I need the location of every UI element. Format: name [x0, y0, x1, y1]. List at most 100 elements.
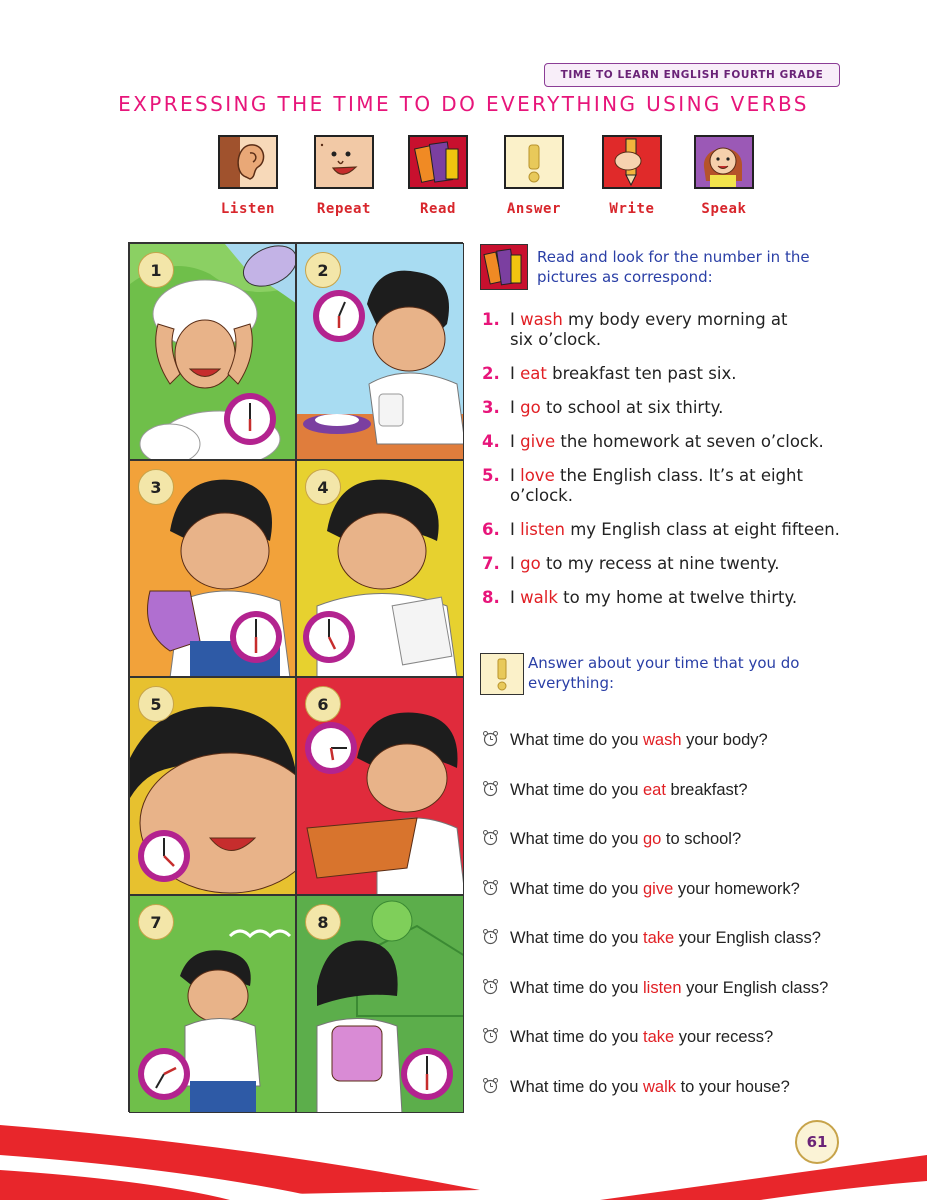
question-text: breakfast?: [665, 780, 748, 799]
answer-instruction-icon: [480, 653, 524, 695]
panel-number: 3: [138, 469, 174, 505]
panel-number: 2: [305, 252, 341, 288]
talking-face-icon: [314, 135, 374, 189]
question-text: your English class?: [681, 978, 829, 997]
sentence-text: I: [510, 364, 521, 383]
list-item: 2. I eat breakfast ten past six.: [482, 364, 922, 384]
activity-speak: Speak: [684, 135, 764, 217]
sentence-text: I: [510, 432, 521, 451]
verb-highlight: eat: [642, 780, 666, 799]
question-text: your recess?: [674, 1028, 774, 1046]
exclamation-icon: [504, 135, 564, 189]
panel-number: 1: [138, 252, 174, 288]
alarm-clock-icon: [483, 978, 498, 994]
verb-highlight: wash: [520, 310, 563, 329]
sentence-text: breakfast ten past six.: [546, 364, 737, 383]
sentence-text: the English class. It’s at eight o’clock…: [510, 466, 803, 505]
activity-repeat: Repeat: [304, 135, 384, 217]
activity-label-repeat: Repeat: [316, 201, 372, 217]
clock-icon: [305, 722, 357, 774]
verb-highlight: wash: [642, 731, 682, 749]
list-item: 1. I wash my body every morning at six o’…: [482, 310, 810, 350]
panel-number: 4: [305, 469, 341, 505]
clock-icon: [138, 1048, 190, 1100]
question-item: What time do you give your homework?: [480, 876, 910, 926]
sentence-text: the homework at seven o’clock.: [555, 432, 824, 451]
list-item: 4. I give the homework at seven o’clock.: [482, 432, 922, 452]
panel-4: 4: [296, 460, 464, 677]
sentence-text: I: [510, 466, 521, 485]
ear-icon: [218, 135, 278, 189]
verb-highlight: give: [520, 432, 556, 451]
question-text: What time do you: [510, 1077, 643, 1096]
activity-listen: Listen: [208, 135, 288, 217]
page-number: 61: [795, 1120, 839, 1164]
item-number: 2.: [482, 364, 500, 383]
alarm-clock-icon: [483, 731, 498, 747]
alarm-clock-icon: [483, 929, 498, 945]
question-text: your English class?: [674, 929, 821, 947]
question-item: What time do you go to school?: [480, 826, 910, 876]
item-number: 1.: [482, 310, 500, 329]
question-text: What time do you: [510, 879, 643, 898]
question-text: What time do you: [510, 929, 643, 947]
clock-icon: [303, 611, 355, 663]
clock-icon: [313, 290, 365, 342]
clock-icon: [230, 611, 282, 663]
list-item: 3. I go to school at six thirty.: [482, 398, 922, 418]
item-number: 4.: [482, 432, 500, 451]
pencil-hand-icon: [602, 135, 662, 189]
item-number: 6.: [482, 520, 500, 539]
verb-highlight: listen: [642, 978, 682, 997]
sentence-text: I: [510, 310, 521, 329]
books-icon: [408, 135, 468, 189]
verb-highlight: go: [520, 398, 541, 417]
verb-highlight: walk: [520, 588, 558, 607]
girl-speaking-icon: [694, 135, 754, 189]
question-text: What time do you: [510, 1028, 643, 1046]
question-item: What time do you listen your English cla…: [480, 975, 910, 1025]
sentence-text: I: [510, 520, 521, 539]
sentence-text: I: [510, 554, 521, 573]
verb-highlight: go: [642, 830, 662, 848]
panel-1: 1: [129, 243, 296, 460]
list-item: 5. I love the English class. It’s at eigh…: [482, 466, 830, 506]
activity-answer: Answer: [494, 135, 574, 217]
panel-number: 6: [305, 686, 341, 722]
verb-highlight: listen: [520, 520, 565, 539]
item-number: 7.: [482, 554, 500, 573]
item-number: 8.: [482, 588, 500, 607]
question-text: What time do you: [510, 830, 643, 848]
page-title: EXPRESSING THE TIME TO DO EVERYTHING USI…: [118, 92, 809, 116]
read-instruction-icon: [480, 244, 528, 290]
clock-icon: [224, 393, 276, 445]
panel-number: 7: [138, 904, 174, 940]
decorative-waves: [0, 1125, 927, 1200]
alarm-clock-icon: [483, 830, 498, 846]
book-title-tag: TIME TO LEARN ENGLISH FOURTH GRADE: [544, 63, 840, 87]
list-item: 7. I go to my recess at nine twenty.: [482, 554, 922, 574]
answer-instruction: Answer about your time that you do every…: [528, 654, 800, 692]
panel-number: 5: [138, 686, 174, 722]
verb-highlight: eat: [520, 364, 547, 383]
read-instruction: Read and look for the number in the pict…: [537, 248, 810, 286]
panel-8: 8: [296, 895, 464, 1113]
verb-highlight: take: [642, 929, 675, 947]
sentence-text: to school at six thirty.: [540, 398, 724, 417]
activity-label-read: Read: [419, 201, 457, 217]
panel-5: 5: [129, 677, 296, 895]
alarm-clock-icon: [483, 1028, 498, 1044]
panel-2: 2: [296, 243, 464, 460]
verb-highlight: love: [520, 466, 555, 485]
question-text: What time do you: [510, 780, 643, 799]
alarm-clock-icon: [483, 780, 498, 796]
panel-3: 3: [129, 460, 296, 677]
question-text: to your house?: [676, 1077, 790, 1096]
sentence-text: to my recess at nine twenty.: [540, 554, 780, 573]
sentence-text: I: [510, 398, 521, 417]
question-text: your body?: [681, 731, 768, 749]
question-text: your homework?: [673, 879, 800, 898]
activity-label-answer: Answer: [506, 201, 562, 217]
question-text: to school?: [661, 830, 742, 848]
alarm-clock-icon: [483, 879, 498, 895]
